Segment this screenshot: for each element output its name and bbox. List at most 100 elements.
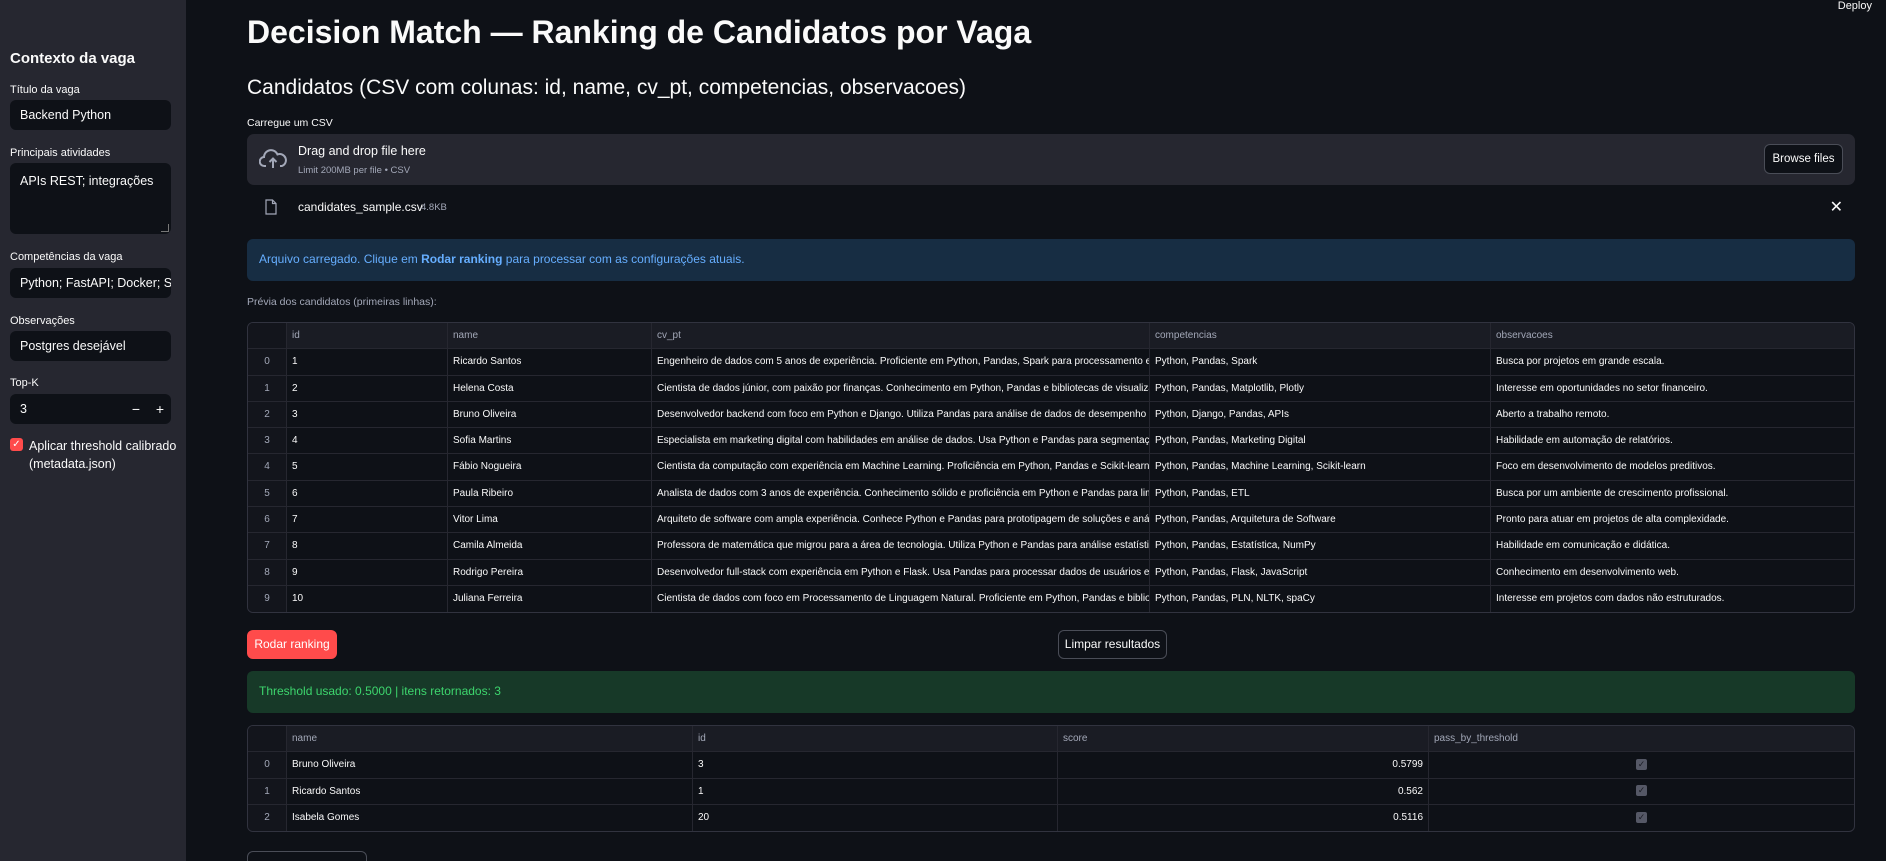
table-cell: 1	[248, 778, 287, 804]
file-dropzone[interactable]: Drag and drop file here Limit 200MB per …	[247, 134, 1855, 185]
threshold-checkbox-label[interactable]: Aplicar threshold calibrado (metadata.js…	[29, 437, 179, 473]
table-row[interactable]: 5 6 Paula Ribeiro Analista de dados com 3 a…	[248, 480, 1854, 508]
table-cell: Busca por um ambiente de crescimento pro…	[1496, 487, 1729, 499]
job-title-input[interactable]: Backend Python	[10, 100, 171, 130]
info-alert: Arquivo carregado. Clique em Rodar ranki…	[247, 239, 1855, 281]
dropzone-text: Drag and drop file here	[298, 144, 426, 158]
preview-label: Prévia dos candidatos (primeiras linhas)…	[247, 296, 437, 308]
info-bold: Rodar ranking	[421, 252, 503, 266]
table-cell: 2	[248, 401, 287, 428]
table-cell: 4	[287, 428, 448, 454]
table-cell: Aberto a trabalho remoto.	[1496, 408, 1610, 420]
table-cell: 1	[248, 375, 287, 401]
table-cell: Python, Pandas, Flask, JavaScript	[1150, 559, 1491, 585]
browse-files-button[interactable]: Browse files	[1764, 144, 1843, 174]
table-cell: Busca por projetos em grande escala.	[1496, 356, 1665, 368]
table-cell: ✓	[1429, 779, 1854, 804]
table-cell: Conhecimento em desenvolvimento web.	[1496, 566, 1679, 578]
activities-label: Principais atividades	[10, 147, 111, 159]
table-cell: Pronto para atuar em projetos de alta co…	[1496, 514, 1729, 526]
table-cell: 0.562	[1058, 778, 1429, 804]
close-icon[interactable]: ✕	[1830, 197, 1843, 217]
success-alert: Threshold usado: 0.5000 | itens retornad…	[247, 671, 1855, 713]
table-cell: Habilidade em automação de relatórios.	[1496, 435, 1673, 447]
table-cell: Cientista da computação com experiência …	[652, 454, 1150, 480]
table-row[interactable]: 2 3 Bruno Oliveira Desenvolvedor backend co…	[248, 401, 1854, 429]
preview-table[interactable]: id name cv_pt competencias observacoes 0 1 Rica…	[247, 322, 1855, 614]
column-header[interactable]: competencias	[1150, 323, 1491, 349]
column-header[interactable]: id	[287, 323, 448, 349]
sidebar-title: Contexto da vaga	[10, 50, 136, 67]
table-row[interactable]: 8 9 Rodrigo Pereira Desenvolvedor full-stac…	[248, 559, 1854, 586]
plus-icon[interactable]: +	[149, 394, 171, 424]
table-cell: 3	[287, 401, 448, 428]
table-cell: 3	[248, 428, 287, 454]
column-header[interactable]: score	[1058, 726, 1429, 752]
table-cell: 3	[693, 752, 1058, 778]
activities-textarea[interactable]: APIs REST; integrações	[10, 163, 171, 234]
checkbox-icon: ✓	[1636, 759, 1647, 771]
table-cell: 10	[287, 585, 448, 613]
table-row[interactable]: 7 8 Camila Almeida Professora de matemática…	[248, 533, 1854, 560]
checkbox-icon: ✓	[1636, 785, 1647, 797]
table-cell: 9	[248, 585, 287, 613]
table-cell: Arquiteto de software com ampla experiên…	[652, 507, 1150, 533]
table-cell: Bruno Oliveira	[448, 401, 652, 428]
column-header[interactable]: observacoes	[1491, 323, 1854, 348]
column-header[interactable]: name	[448, 323, 652, 349]
table-row[interactable]: 6 7 Vitor Lima Arquiteto de software com am…	[248, 507, 1854, 534]
column-header[interactable]	[248, 323, 287, 349]
table-cell: Fábio Nogueira	[448, 454, 652, 480]
table-row[interactable]: 0 1 Ricardo Santos Engenheiro de dados com …	[248, 349, 1854, 376]
notes-input[interactable]: Postgres desejável	[10, 331, 171, 361]
column-header[interactable]: id	[693, 726, 1058, 752]
table-cell: ✓	[1429, 805, 1854, 831]
table-row[interactable]: 9 10 Juliana Ferreira Cientista de dados co…	[248, 585, 1854, 613]
download-button[interactable]	[247, 851, 367, 861]
activities-value: APIs REST; integrações	[20, 174, 154, 188]
table-cell: 1	[693, 778, 1058, 804]
table-cell: 20	[693, 804, 1058, 832]
table-row[interactable]: 0 Bruno Oliveira 3 0.5799 ✓	[248, 752, 1854, 779]
table-cell: 5	[287, 454, 448, 480]
skills-input[interactable]: Python; FastAPI; Docker; SQL	[10, 268, 171, 298]
column-header[interactable]: cv_pt	[652, 323, 1150, 349]
file-size: 4.8KB	[421, 202, 447, 213]
table-cell: 0.5116	[1058, 804, 1429, 832]
clear-results-button[interactable]: Limpar resultados	[1058, 630, 1167, 659]
table-cell: Vitor Lima	[448, 507, 652, 533]
table-row[interactable]: 4 5 Fábio Nogueira Cientista da computação …	[248, 454, 1854, 481]
deploy-button[interactable]: Deploy	[1838, 0, 1872, 12]
table-cell: Camila Almeida	[448, 533, 652, 559]
minus-icon[interactable]: −	[125, 394, 147, 424]
file-name: candidates_sample.csv	[298, 200, 423, 214]
table-cell: Paula Ribeiro	[448, 480, 652, 507]
column-header[interactable]	[248, 726, 287, 752]
table-cell: 9	[287, 559, 448, 585]
run-ranking-button[interactable]: Rodar ranking	[247, 630, 337, 659]
section-subtitle: Candidatos (CSV com colunas: id, name, c…	[247, 76, 967, 99]
table-row[interactable]: 1 Ricardo Santos 1 0.562 ✓	[248, 778, 1854, 805]
threshold-checkbox[interactable]: ✓	[10, 438, 23, 451]
column-header[interactable]: name	[287, 726, 693, 752]
results-table[interactable]: name id score pass_by_threshold 0 Bruno Olive…	[247, 725, 1855, 833]
table-row[interactable]: 1 2 Helena Costa Cientista de dados júnior,…	[248, 375, 1854, 402]
table-cell: Python, Pandas, Spark	[1150, 349, 1491, 375]
topk-stepper[interactable]: 3 − +	[10, 394, 171, 424]
table-cell: Interesse em oportunidades no setor fina…	[1496, 382, 1708, 394]
table-cell: Juliana Ferreira	[448, 585, 652, 613]
table-row[interactable]: 2 Isabela Gomes 20 0.5116 ✓	[248, 804, 1854, 832]
table-cell: 1	[287, 349, 448, 375]
table-cell: 0	[248, 349, 287, 375]
table-cell: Foco em desenvolvimento de modelos predi…	[1496, 461, 1716, 473]
table-cell: Especialista em marketing digital com ha…	[652, 428, 1150, 454]
table-cell: 6	[248, 507, 287, 533]
table-row[interactable]: 3 4 Sofia Martins Especialista em marketing…	[248, 428, 1854, 455]
table-cell: Desenvolvedor backend com foco em Python…	[652, 401, 1150, 428]
column-header[interactable]: pass_by_threshold	[1429, 726, 1854, 751]
sidebar: Contexto da vaga Título da vaga Backend …	[0, 0, 186, 861]
resize-grip-icon[interactable]	[161, 224, 169, 232]
table-cell: Python, Pandas, Estatística, NumPy	[1150, 533, 1491, 559]
cloud-upload-icon	[259, 149, 287, 168]
table-cell: 7	[248, 533, 287, 559]
